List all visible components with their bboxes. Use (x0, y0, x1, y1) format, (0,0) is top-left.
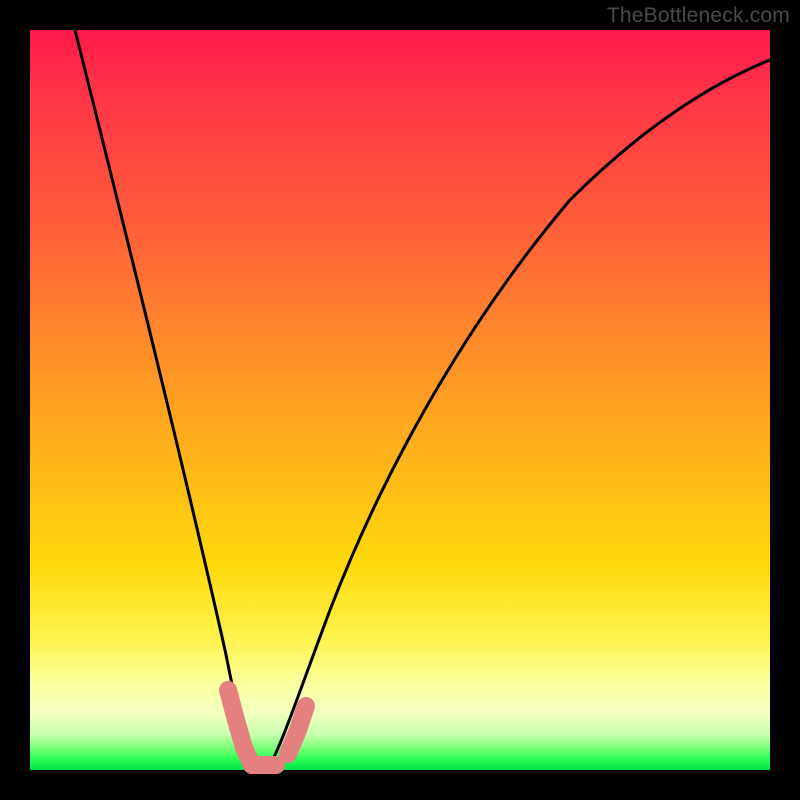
plot-area (30, 30, 770, 770)
curve-layer (30, 30, 770, 770)
bottleneck-curve (75, 30, 770, 768)
valley-markers (228, 690, 306, 765)
chart-frame: TheBottleneck.com (0, 0, 800, 800)
watermark-text: TheBottleneck.com (607, 4, 790, 28)
